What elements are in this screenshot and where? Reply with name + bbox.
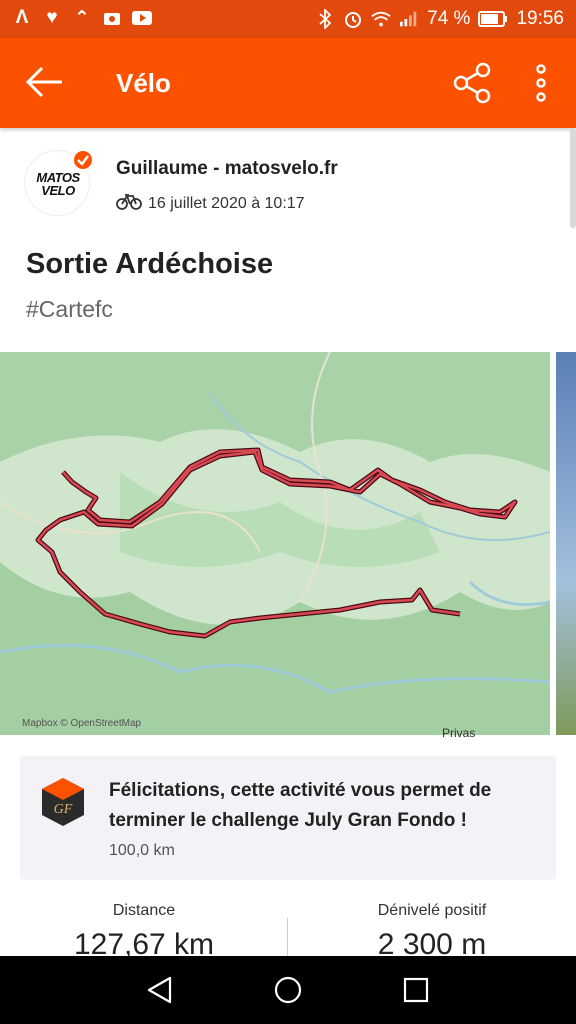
notify-icon: ⌃ <box>74 7 90 29</box>
avatar-logo: MATOS VELO <box>36 170 80 198</box>
signal-icon <box>399 8 419 30</box>
route-map[interactable] <box>0 352 550 735</box>
author-name[interactable]: Guillaume - matosvelo.fr <box>116 158 338 180</box>
activity-title: Sortie Ardéchoise <box>26 248 274 280</box>
scrollbar[interactable] <box>570 128 576 228</box>
more-options-button[interactable] <box>530 62 552 104</box>
status-bar: Λ ♥ ⌃ 74 % 19:56 <box>0 0 576 38</box>
bluetooth-icon <box>315 8 335 30</box>
nav-recents-button[interactable] <box>400 974 432 1006</box>
bike-icon <box>116 192 142 215</box>
nav-back-button[interactable] <box>144 974 176 1006</box>
stat-label: Dénivelé positif <box>377 902 487 919</box>
map-place-label: Privas <box>442 726 476 740</box>
heart-icon: ♥ <box>46 7 58 28</box>
activity-date: 16 juillet 2020 à 10:17 <box>148 194 305 212</box>
challenge-badge-icon: GF <box>40 776 86 828</box>
alarm-icon <box>343 8 363 30</box>
stat-label: Distance <box>112 902 176 919</box>
activity-meta: 16 juillet 2020 à 10:17 <box>116 192 305 215</box>
photo-icon <box>102 7 122 29</box>
battery-icon <box>478 8 508 30</box>
nav-home-button[interactable] <box>272 974 304 1006</box>
challenge-card[interactable]: GF Félicitations, cette activité vous pe… <box>20 756 556 880</box>
system-nav-bar <box>0 956 576 1024</box>
svg-text:GF: GF <box>54 802 73 817</box>
activity-hashtag[interactable]: #Cartefc <box>26 296 113 323</box>
challenge-distance: 100,0 km <box>109 842 175 859</box>
back-button[interactable] <box>24 64 66 100</box>
stat-elevation: Dénivelé positif 2 300 m <box>288 902 576 962</box>
challenge-text: Félicitations, cette activité vous perme… <box>109 780 492 831</box>
youtube-icon <box>132 7 152 29</box>
avatar[interactable]: MATOS VELO <box>24 149 94 216</box>
route-map-canvas <box>0 352 550 735</box>
map-attribution[interactable]: Mapbox © OpenStreetMap <box>22 718 141 729</box>
strava-a-icon: Λ <box>15 7 29 28</box>
page-title: Vélo <box>116 68 171 98</box>
wifi-icon <box>371 8 391 30</box>
photo-preview[interactable] <box>556 352 576 735</box>
clock: 19:56 <box>516 8 564 29</box>
battery-percent: 74 % <box>427 8 471 29</box>
verified-badge-icon <box>72 149 94 171</box>
share-button[interactable] <box>452 62 494 104</box>
stat-distance: Distance 127,67 km <box>0 902 288 962</box>
app-bar: Vélo <box>0 38 576 128</box>
